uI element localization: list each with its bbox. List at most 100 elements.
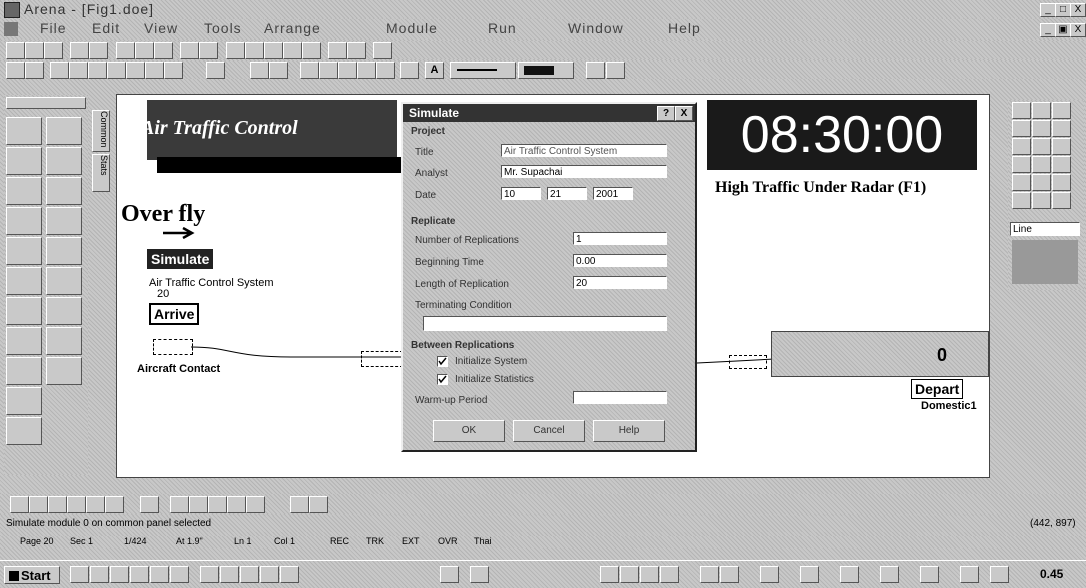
connector-entry-right[interactable] bbox=[729, 355, 767, 369]
run-pause-icon[interactable] bbox=[86, 496, 105, 513]
tray-12-icon[interactable] bbox=[960, 566, 979, 583]
tray-2-icon[interactable] bbox=[620, 566, 639, 583]
pointer-icon[interactable] bbox=[6, 62, 25, 79]
text-tool-icon[interactable]: A bbox=[425, 62, 444, 79]
histogram-module-icon[interactable] bbox=[46, 357, 82, 385]
assign-module-icon[interactable] bbox=[6, 207, 42, 235]
run-report-icon[interactable] bbox=[290, 496, 309, 513]
create-module-icon[interactable] bbox=[6, 117, 42, 145]
dialog-help-button[interactable]: ? bbox=[657, 106, 675, 121]
init-stats-checkbox[interactable] bbox=[437, 374, 448, 385]
maximize-button[interactable]: □ bbox=[1055, 3, 1071, 17]
zoom-in-icon[interactable] bbox=[226, 42, 245, 59]
polygon-icon[interactable] bbox=[145, 62, 164, 79]
back-icon[interactable] bbox=[357, 62, 376, 79]
chart-module-icon[interactable] bbox=[6, 357, 42, 385]
palette-tool-18-icon[interactable] bbox=[1052, 192, 1071, 209]
submodel-icon[interactable] bbox=[347, 42, 366, 59]
create-module-shape[interactable] bbox=[153, 339, 193, 355]
statistics-module-icon[interactable] bbox=[6, 417, 42, 445]
decide-module-icon[interactable] bbox=[46, 147, 82, 175]
run-animate-icon[interactable] bbox=[170, 496, 189, 513]
line-color-select[interactable] bbox=[518, 62, 574, 79]
fill-icon[interactable] bbox=[400, 62, 419, 79]
quicklaunch-3-icon[interactable] bbox=[110, 566, 129, 583]
enter-module-icon[interactable] bbox=[6, 267, 42, 295]
palette-tool-4-icon[interactable] bbox=[1012, 120, 1031, 137]
task-6-icon[interactable] bbox=[440, 566, 459, 583]
cut-icon[interactable] bbox=[116, 42, 135, 59]
date-month-input[interactable]: 10 bbox=[501, 187, 541, 200]
tray-13-icon[interactable] bbox=[990, 566, 1009, 583]
quicklaunch-1-icon[interactable] bbox=[70, 566, 89, 583]
menu-file[interactable]: File bbox=[40, 20, 67, 36]
palette-tool-5-icon[interactable] bbox=[1032, 120, 1051, 137]
warmup-input[interactable] bbox=[573, 391, 667, 404]
palette-header[interactable] bbox=[6, 97, 86, 109]
run-break-icon[interactable] bbox=[208, 496, 227, 513]
close-button[interactable]: X bbox=[1070, 3, 1086, 17]
zoom-out-icon[interactable] bbox=[245, 42, 264, 59]
run-fast-icon[interactable] bbox=[67, 496, 86, 513]
shape-icon[interactable] bbox=[376, 62, 395, 79]
palette-tool-3-icon[interactable] bbox=[1052, 102, 1071, 119]
menu-window[interactable]: Window bbox=[568, 20, 624, 36]
select-icon[interactable] bbox=[25, 62, 44, 79]
mdi-restore-button[interactable]: ▣ bbox=[1055, 23, 1071, 37]
analyst-input[interactable]: Mr. Supachai bbox=[501, 165, 667, 178]
server-module-icon[interactable] bbox=[6, 327, 42, 355]
menu-run[interactable]: Run bbox=[488, 20, 517, 36]
print-icon[interactable] bbox=[70, 42, 89, 59]
mdi-close-button[interactable]: X bbox=[1070, 23, 1086, 37]
mdi-minimize-button[interactable]: _ bbox=[1040, 23, 1056, 37]
date-day-input[interactable]: 21 bbox=[547, 187, 587, 200]
snap-icon[interactable] bbox=[283, 42, 302, 59]
run-plot-icon[interactable] bbox=[309, 496, 328, 513]
leave-module-icon[interactable] bbox=[46, 267, 82, 295]
title-input[interactable]: Air Traffic Control System bbox=[501, 144, 667, 157]
batch-module-icon[interactable] bbox=[6, 177, 42, 205]
tray-3-icon[interactable] bbox=[640, 566, 659, 583]
tray-8-icon[interactable] bbox=[800, 566, 819, 583]
quicklaunch-5-icon[interactable] bbox=[150, 566, 169, 583]
paste-icon[interactable] bbox=[154, 42, 173, 59]
line-style-select[interactable] bbox=[450, 62, 516, 79]
cancel-button[interactable]: Cancel bbox=[513, 420, 585, 442]
route-module[interactable] bbox=[771, 331, 989, 377]
tray-11-icon[interactable] bbox=[920, 566, 939, 583]
ellipse-icon[interactable] bbox=[164, 62, 183, 79]
line-tool-icon[interactable] bbox=[50, 62, 69, 79]
length-input[interactable]: 20 bbox=[573, 276, 667, 289]
quicklaunch-4-icon[interactable] bbox=[130, 566, 149, 583]
doc-icon[interactable] bbox=[4, 22, 18, 36]
help-icon[interactable] bbox=[373, 42, 392, 59]
begin-time-input[interactable]: 0.00 bbox=[573, 254, 667, 267]
dialog-close-button[interactable]: X bbox=[675, 106, 693, 121]
palette-tool-15-icon[interactable] bbox=[1052, 174, 1071, 191]
simulate-module[interactable]: Simulate bbox=[147, 249, 214, 269]
tray-1-icon[interactable] bbox=[600, 566, 619, 583]
tray-6-icon[interactable] bbox=[720, 566, 739, 583]
process-module-icon[interactable] bbox=[6, 147, 42, 175]
queue-module-icon[interactable] bbox=[6, 297, 42, 325]
palette-tool-9-icon[interactable] bbox=[1052, 138, 1071, 155]
tab-stats[interactable]: Stats bbox=[92, 154, 110, 192]
flip-icon[interactable] bbox=[269, 62, 288, 79]
redo-icon[interactable] bbox=[199, 42, 218, 59]
menu-module[interactable]: Module bbox=[386, 20, 438, 36]
inspect-module-icon[interactable] bbox=[46, 327, 82, 355]
simulate-module-icon[interactable] bbox=[6, 387, 42, 415]
quicklaunch-6-icon[interactable] bbox=[170, 566, 189, 583]
palette-tool-13-icon[interactable] bbox=[1012, 174, 1031, 191]
palette-tool-16-icon[interactable] bbox=[1012, 192, 1031, 209]
station-module-icon[interactable] bbox=[6, 237, 42, 265]
rotate-icon[interactable] bbox=[250, 62, 269, 79]
menu-edit[interactable]: Edit bbox=[92, 20, 120, 36]
menu-view[interactable]: View bbox=[144, 20, 178, 36]
date-year-input[interactable]: 2001 bbox=[593, 187, 633, 200]
record-module-icon[interactable] bbox=[46, 207, 82, 235]
run-end-icon[interactable] bbox=[105, 496, 124, 513]
new-icon[interactable] bbox=[6, 42, 25, 59]
curve-icon[interactable] bbox=[107, 62, 126, 79]
ungroup-icon[interactable] bbox=[319, 62, 338, 79]
